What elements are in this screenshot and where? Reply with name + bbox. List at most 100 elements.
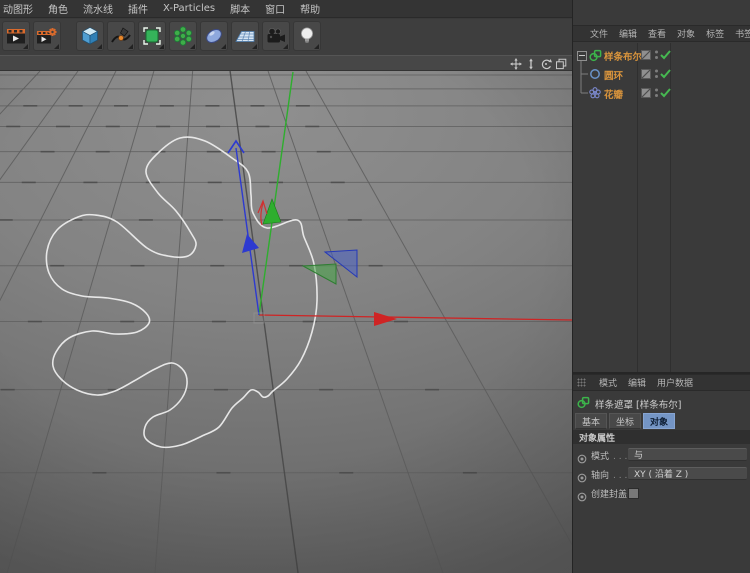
layer-square-icon — [641, 69, 651, 79]
render-view-button[interactable] — [2, 21, 30, 51]
camera-button[interactable] — [262, 21, 290, 51]
light-icon — [296, 25, 318, 47]
object-name[interactable]: 样条布尔 — [604, 49, 642, 63]
maximize-view-button[interactable] — [554, 57, 567, 70]
xy-plane-handle[interactable] — [303, 264, 336, 284]
object-row-样条布尔[interactable]: 样条布尔 — [573, 46, 750, 65]
menu-item-7[interactable]: 窗口 — [265, 1, 285, 16]
field-row-轴向: 轴向. . .XY ( 沿着 Z ) — [573, 466, 750, 482]
field-row-模式: 模式 . . .与 — [573, 447, 750, 463]
flower-spline-outline[interactable] — [46, 137, 317, 447]
enabled-check-icon — [660, 88, 671, 98]
cube-primitive-icon — [79, 25, 101, 47]
cloner-button[interactable] — [169, 21, 197, 51]
flower-spline-icon[interactable] — [589, 87, 601, 99]
om-menu-2[interactable]: 编辑 — [619, 27, 637, 40]
enable-toggle[interactable] — [660, 69, 671, 79]
render-view-icon — [5, 25, 27, 47]
radio-circle-icon — [577, 473, 587, 483]
viewport-header — [0, 55, 572, 71]
metaball-icon — [203, 25, 225, 47]
maximize-view-icon — [555, 58, 567, 70]
x-axis-arrow-handle[interactable] — [374, 312, 397, 326]
pan-view-icon — [510, 58, 522, 70]
keyframe-circle[interactable] — [577, 487, 587, 506]
zoom-view-button[interactable] — [524, 57, 537, 70]
om-menu-6[interactable]: 书签 — [735, 27, 750, 40]
dropdown-模式[interactable]: 与 — [628, 448, 747, 461]
floor-button[interactable] — [231, 21, 259, 51]
ground-grid — [0, 71, 572, 573]
camera-icon — [265, 25, 287, 47]
visibility-dots-icon — [654, 68, 659, 80]
object-manager-tree: 样条布尔圆环花瓣 — [573, 43, 750, 372]
layer-cell[interactable] — [641, 50, 651, 60]
z-axis-cone-handle[interactable] — [242, 234, 259, 253]
visibility-dots[interactable] — [654, 68, 659, 80]
rotate-view-icon — [540, 58, 552, 70]
viewport-3d[interactable] — [0, 71, 572, 573]
om-menu-1[interactable]: 文件 — [590, 27, 608, 40]
zoom-view-icon — [525, 58, 537, 70]
cloner-icon — [172, 25, 194, 47]
menu-item-1[interactable]: 动图形 — [3, 1, 33, 16]
menu-item-6[interactable]: 脚本 — [230, 1, 250, 16]
enable-toggle[interactable] — [660, 50, 671, 60]
generator-cube-button[interactable] — [138, 21, 166, 51]
toolbar-buttons — [2, 21, 321, 51]
field-label-dots: . . . — [613, 452, 627, 462]
attribute-fields: 模式. . .与轴向. . .XY ( 沿着 Z )创建封盖 — [573, 374, 750, 573]
render-settings-icon — [36, 25, 58, 47]
y-axis-line[interactable] — [259, 72, 293, 315]
menu-item-5[interactable]: X-Particles — [163, 3, 215, 14]
generator-cube-icon — [141, 25, 163, 47]
menu-item-2[interactable]: 角色 — [48, 1, 68, 16]
field-label: 轴向. . . — [591, 468, 627, 481]
viewport-scene — [0, 71, 572, 573]
layer-square-icon — [641, 88, 651, 98]
object-row-圆环[interactable]: 圆环 — [573, 65, 750, 84]
minus-icon — [579, 55, 585, 56]
object-name[interactable]: 花瓣 — [604, 87, 623, 101]
field-label-text: 创建封盖 — [591, 490, 627, 500]
layer-cell[interactable] — [641, 69, 651, 79]
menu-item-4[interactable]: 插件 — [128, 1, 148, 16]
layer-cell[interactable] — [641, 88, 651, 98]
axis-gizmo[interactable] — [228, 72, 572, 326]
enabled-check-icon — [660, 50, 671, 60]
object-manager-menu: 文件编辑查看对象标签书签 — [573, 25, 750, 42]
circle-spline-icon[interactable] — [589, 68, 601, 80]
expand-toggle[interactable] — [577, 51, 587, 61]
floor-icon — [234, 25, 256, 47]
om-menu-5[interactable]: 标签 — [706, 27, 724, 40]
spline-boolean-icon[interactable] — [589, 49, 602, 62]
field-row-创建封盖: 创建封盖 — [573, 485, 750, 501]
visibility-dots[interactable] — [654, 49, 659, 61]
x-axis-line[interactable] — [259, 315, 572, 320]
metaball-button[interactable] — [200, 21, 228, 51]
radio-circle-icon — [577, 492, 587, 502]
menu-item-8[interactable]: 帮助 — [300, 1, 320, 16]
visibility-dots-icon — [654, 87, 659, 99]
z-axis-line[interactable] — [236, 148, 259, 315]
enabled-check-icon — [660, 69, 671, 79]
visibility-dots[interactable] — [654, 87, 659, 99]
enable-toggle[interactable] — [660, 88, 671, 98]
om-menu-3[interactable]: 查看 — [648, 27, 666, 40]
menu-item-3[interactable]: 流水线 — [83, 1, 113, 16]
spline-pen-button[interactable] — [107, 21, 135, 51]
om-menu-4[interactable]: 对象 — [677, 27, 695, 40]
field-label-text: 模式 — [591, 452, 609, 462]
cube-primitive-button[interactable] — [76, 21, 104, 51]
dropdown-轴向[interactable]: XY ( 沿着 Z ) — [628, 467, 747, 480]
checkbox-创建封盖[interactable] — [628, 488, 639, 499]
field-label-dots: . . . — [613, 471, 627, 481]
object-row-花瓣[interactable]: 花瓣 — [573, 84, 750, 103]
field-label: 模式 . . . — [591, 449, 627, 462]
light-button[interactable] — [293, 21, 321, 51]
render-settings-button[interactable] — [33, 21, 61, 51]
pan-view-button[interactable] — [509, 57, 522, 70]
cinema4d-window: 动图形角色流水线插件 X-Particles 脚本窗口帮助 文件编辑查看对象标签书签… — [0, 0, 750, 573]
rotate-view-button[interactable] — [539, 57, 552, 70]
object-name[interactable]: 圆环 — [604, 68, 623, 82]
